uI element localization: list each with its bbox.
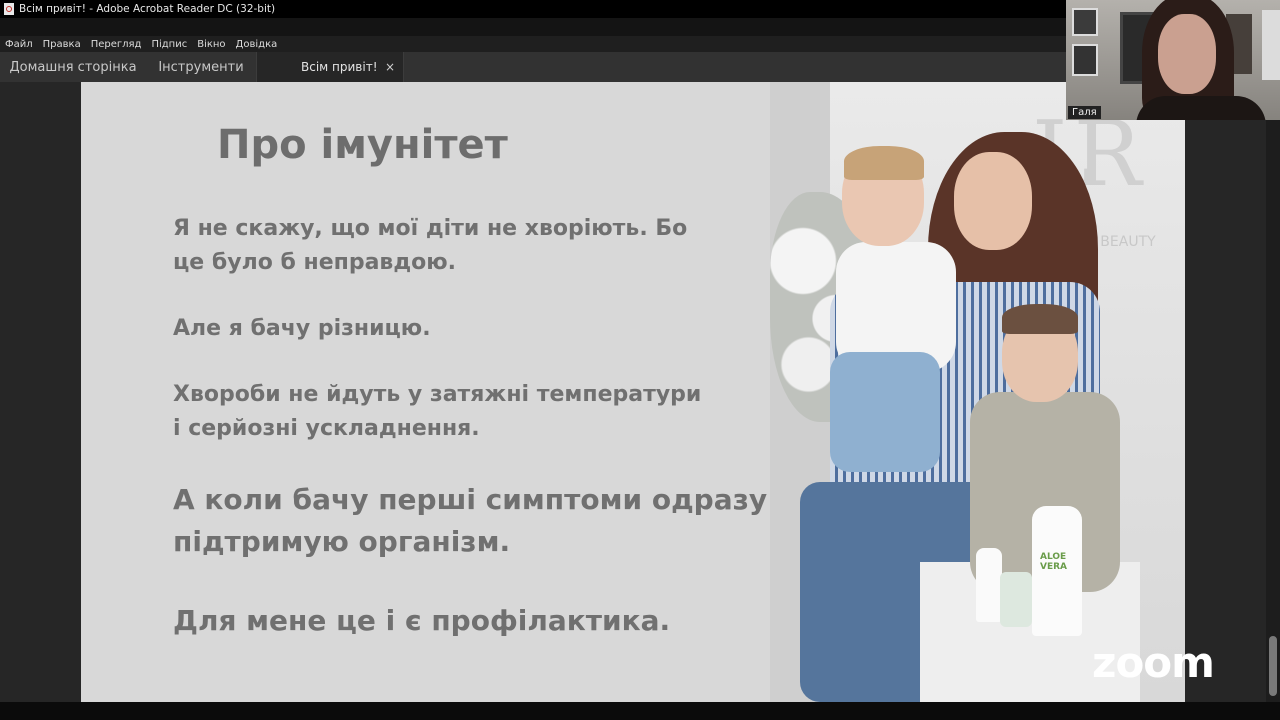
slide-paragraph: Для мене це і є профілактика. bbox=[173, 604, 671, 637]
tab-document-label: Всім привіт! bbox=[301, 60, 378, 74]
titlebar-gap bbox=[0, 18, 1066, 36]
product-bottle-small bbox=[976, 548, 1002, 622]
participant-face bbox=[1158, 14, 1216, 94]
slide-title: Про імунітет bbox=[217, 122, 508, 168]
window-title: Всім привіт! - Adobe Acrobat Reader DC (… bbox=[19, 3, 276, 15]
tab-bar: Домашня сторінка Інструменти Всім привіт… bbox=[0, 52, 1066, 82]
toddler-pants bbox=[830, 352, 940, 472]
acrobat-app-icon bbox=[4, 3, 14, 15]
menu-bar: Файл Правка Перегляд Підпис Вікно Довідк… bbox=[0, 36, 1066, 52]
mother-face bbox=[954, 152, 1032, 250]
window-titlebar: Всім привіт! - Adobe Acrobat Reader DC (… bbox=[0, 0, 1066, 18]
menu-file[interactable]: Файл bbox=[5, 39, 33, 50]
product-jar bbox=[1000, 572, 1032, 627]
participant-body bbox=[1136, 96, 1266, 120]
scrollbar-thumb[interactable] bbox=[1269, 636, 1277, 696]
product-bottle-large: ALOE VERA bbox=[1032, 506, 1082, 636]
participant-video[interactable] bbox=[1066, 0, 1280, 120]
participant-name-tag: Галя bbox=[1068, 106, 1101, 119]
tab-tools[interactable]: Інструменти bbox=[146, 52, 256, 82]
close-icon[interactable]: × bbox=[385, 60, 395, 74]
menu-sign[interactable]: Підпис bbox=[151, 39, 187, 50]
vertical-scrollbar[interactable] bbox=[1266, 82, 1280, 702]
bottle-label: ALOE VERA bbox=[1040, 552, 1068, 572]
family-photo: LR N & BEAUTY ALOE VERA bbox=[770, 82, 1185, 702]
slide-page: Про імунітет Я не скажу, що мої діти не … bbox=[81, 82, 1185, 702]
slide-text-panel: Про імунітет Я не скажу, що мої діти не … bbox=[81, 82, 770, 702]
tab-home[interactable]: Домашня сторінка bbox=[0, 52, 146, 82]
menu-help[interactable]: Довідка bbox=[236, 39, 278, 50]
zoom-watermark: zoom bbox=[1092, 638, 1215, 687]
wall-picture-frame bbox=[1072, 8, 1098, 36]
wall-picture-frame bbox=[1072, 44, 1098, 76]
bottom-strip bbox=[0, 702, 1280, 720]
boy-hair bbox=[1002, 304, 1078, 334]
menu-window[interactable]: Вікно bbox=[197, 39, 225, 50]
document-viewport[interactable]: Про імунітет Я не скажу, що мої діти не … bbox=[0, 82, 1266, 702]
slide-paragraph: Я не скажу, що мої діти не хворіють. Бо … bbox=[173, 216, 688, 275]
slide-paragraph: Хвороби не йдуть у затяжні температури і… bbox=[173, 382, 702, 441]
wall-picture-frame bbox=[1262, 10, 1280, 80]
slide-paragraph: А коли бачу перші симптоми одразу підтри… bbox=[173, 483, 768, 558]
toddler-hair bbox=[844, 146, 924, 180]
tab-document[interactable]: Всім привіт! × bbox=[256, 52, 404, 82]
menu-view[interactable]: Перегляд bbox=[91, 39, 142, 50]
menu-edit[interactable]: Правка bbox=[43, 39, 81, 50]
slide-paragraph: Але я бачу різницю. bbox=[173, 316, 431, 341]
